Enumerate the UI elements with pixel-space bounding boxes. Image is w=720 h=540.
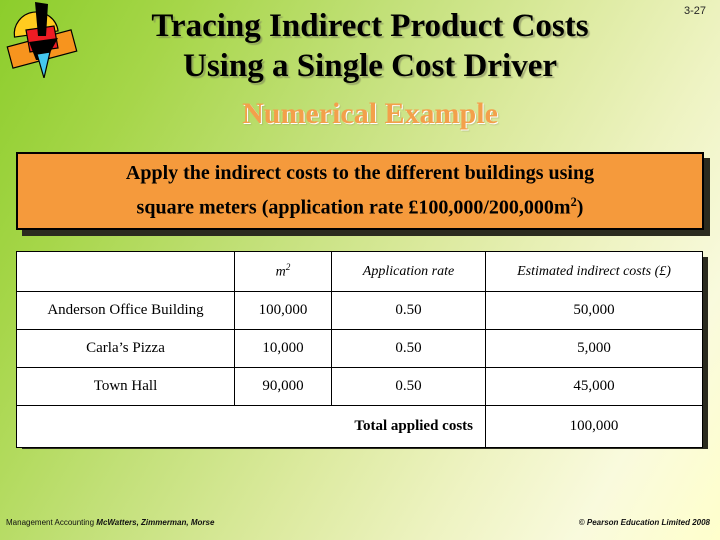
instruction-callout: Apply the indirect costs to the differen… <box>16 152 704 230</box>
table-row: Carla’s Pizza 10,000 0.50 5,000 <box>16 329 703 368</box>
header-building <box>16 251 235 292</box>
cell-square-meters: 90,000 <box>234 367 332 406</box>
indirect-cost-table: m2 Application rate Estimated indirect c… <box>16 251 703 448</box>
cell-square-meters: 10,000 <box>234 329 332 368</box>
title-line-2: Using a Single Cost Driver <box>183 48 557 84</box>
cell-indirect-cost: 5,000 <box>485 329 703 368</box>
title-line-1: Tracing Indirect Product Costs <box>151 8 589 44</box>
callout-line-1: Apply the indirect costs to the differen… <box>125 162 595 185</box>
header-m2-superscript: 2 <box>285 262 291 273</box>
slide: 3-27 Tracing Indirect Product Costs Usin… <box>0 0 720 540</box>
table-total-row: Total applied costs 100,000 <box>16 405 703 448</box>
cell-application-rate: 0.50 <box>331 329 486 368</box>
cell-building-name: Town Hall <box>16 367 235 406</box>
subtitle: Numerical Example <box>242 97 498 130</box>
pearson-abstract-logo <box>6 2 78 78</box>
header-square-meters: m2 <box>234 251 332 292</box>
slide-number: 3-27 <box>683 5 706 17</box>
footer-left: Management Accounting McWatters, Zimmerm… <box>6 518 214 527</box>
callout-line-2-text: square meters (application rate £100,000… <box>136 196 571 219</box>
table-row: Anderson Office Building 100,000 0.50 50… <box>16 291 703 330</box>
cell-building-name: Anderson Office Building <box>16 291 235 330</box>
table-header-row: m2 Application rate Estimated indirect c… <box>16 251 703 292</box>
footer-copyright: © Pearson Education Limited 2008 <box>578 518 710 527</box>
cell-building-name: Carla’s Pizza <box>16 329 235 368</box>
footer-authors: McWatters, Zimmerman, Morse <box>96 518 215 527</box>
header-m2-text: m <box>275 264 286 280</box>
cell-application-rate: 0.50 <box>331 367 486 406</box>
callout-line-2: square meters (application rate £100,000… <box>137 188 584 223</box>
cell-square-meters: 100,000 <box>234 291 332 330</box>
table-row: Town Hall 90,000 0.50 45,000 <box>16 367 703 406</box>
total-applied-costs-value: 100,000 <box>485 405 703 448</box>
header-estimated-indirect-costs: Estimated indirect costs (£) <box>485 251 703 292</box>
total-applied-costs-label: Total applied costs <box>16 405 486 448</box>
footer-book-title: Management Accounting <box>6 518 97 527</box>
cell-indirect-cost: 45,000 <box>485 367 703 406</box>
cell-application-rate: 0.50 <box>331 291 486 330</box>
page-title: Tracing Indirect Product Costs Using a S… <box>86 6 654 86</box>
cell-indirect-cost: 50,000 <box>485 291 703 330</box>
callout-line-2-suffix: ) <box>576 196 584 219</box>
header-application-rate: Application rate <box>331 251 486 292</box>
